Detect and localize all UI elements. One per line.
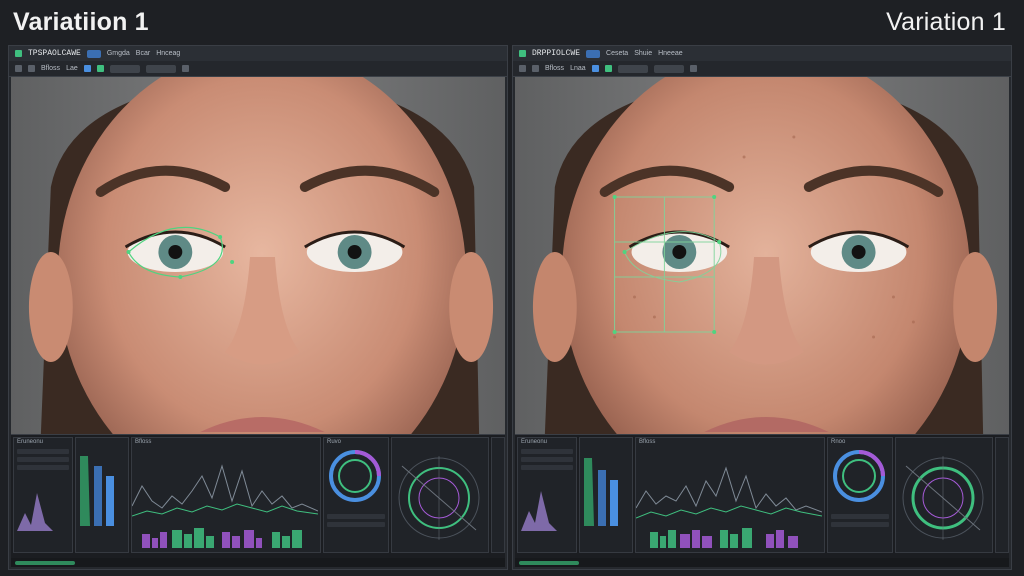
toolbar-field[interactable] [145, 64, 176, 73]
toolbar-field[interactable] [653, 64, 684, 73]
layer-icon[interactable] [28, 65, 35, 72]
right-scope-panel[interactable]: Rnoo [827, 437, 893, 553]
left-toolbar-text-2: Lae [66, 65, 78, 72]
face-image [11, 77, 505, 434]
right-radar-panel[interactable] [895, 437, 993, 553]
right-graph-panel[interactable]: Bfloss [635, 437, 825, 553]
right-status-bar [515, 558, 1009, 567]
right-layers-header: Eruneonu [521, 439, 548, 445]
left-scope-header: Ruvo [327, 439, 342, 445]
zoom-icon[interactable] [591, 65, 599, 72]
tab-chip[interactable] [586, 49, 601, 58]
list-item[interactable] [327, 514, 385, 519]
left-title-bar: TPSPAOLCAWE Gmgda Bcar Hnceag [9, 46, 507, 62]
right-toolbar-text-1: Bfloss [545, 65, 565, 72]
left-menu-item-3[interactable]: Hnceag [156, 50, 180, 57]
waveform-chart [131, 464, 319, 548]
toolbar-field[interactable] [109, 64, 140, 73]
right-scrollbar[interactable] [995, 437, 1009, 553]
mini-histogram [17, 493, 53, 531]
left-menu-item-1[interactable]: Gmgda [107, 50, 130, 57]
toolbar-field[interactable] [617, 64, 648, 73]
right-channel-panel[interactable] [579, 437, 633, 553]
waveform-chart [635, 466, 823, 548]
left-graph-panel[interactable]: Bfloss [131, 437, 321, 553]
right-app-name: DRPPIOLCWE [532, 49, 581, 58]
radar-scope [902, 456, 984, 540]
list-item[interactable] [17, 465, 69, 470]
left-status-bar [11, 558, 505, 567]
face-image [515, 77, 1009, 434]
radar-header [392, 438, 488, 446]
radar-header [896, 438, 992, 446]
left-menu-item-2[interactable]: Bcar [136, 50, 150, 57]
channel-bars [80, 456, 114, 526]
right-editor-window: DRPPIOLCWE Ceseta Shuie Hneeae Bfloss Ln… [512, 45, 1012, 570]
zoom-icon[interactable] [83, 65, 91, 72]
left-analysis-area: Eruneonu Bfloss Ruvo [11, 434, 505, 567]
left-layer-list[interactable]: Eruneonu [13, 437, 73, 553]
right-layer-list[interactable]: Eruneonu [517, 437, 577, 553]
right-scope-header: Rnoo [831, 439, 846, 445]
list-item[interactable] [831, 522, 889, 527]
list-item[interactable] [17, 457, 69, 462]
left-toolbar: Bfloss Lae [9, 61, 507, 77]
tool-icon[interactable] [519, 65, 526, 72]
tool-icon[interactable] [15, 65, 22, 72]
color-wheel [833, 450, 885, 502]
right-menu-item-1[interactable]: Ceseta [606, 50, 628, 57]
right-analysis-area: Eruneonu Bfloss Rnoo [515, 434, 1009, 567]
right-graph-header: Bfloss [639, 439, 656, 445]
color-icon[interactable] [96, 65, 104, 72]
left-toolbar-text-1: Bfloss [41, 65, 61, 72]
list-item[interactable] [521, 465, 573, 470]
left-face-viewport[interactable] [11, 77, 505, 434]
color-icon[interactable] [604, 65, 612, 72]
right-toolbar: Bfloss Lnaa [513, 61, 1011, 77]
color-wheel [329, 450, 381, 502]
list-item[interactable] [831, 514, 889, 519]
settings-icon[interactable] [181, 65, 189, 72]
left-editor-window: TPSPAOLCAWE Gmgda Bcar Hnceag Bfloss Lae [8, 45, 508, 570]
list-item[interactable] [327, 522, 385, 527]
right-face-viewport[interactable] [515, 77, 1009, 434]
right-title-bar: DRPPIOLCWE Ceseta Shuie Hneeae [513, 46, 1011, 62]
right-menu-item-2[interactable]: Shuie [634, 50, 652, 57]
right-toolbar-text-2: Lnaa [570, 65, 586, 72]
list-item[interactable] [521, 449, 573, 454]
right-menu-item-3[interactable]: Hneeae [658, 50, 683, 57]
channel-header [76, 438, 128, 446]
left-variation-title: Variatiion 1 [13, 8, 149, 36]
mini-histogram [521, 491, 557, 531]
layer-icon[interactable] [532, 65, 539, 72]
progress-bar [15, 560, 75, 565]
left-channel-panel[interactable] [75, 437, 129, 553]
progress-bar [519, 560, 579, 565]
left-scope-panel[interactable]: Ruvo [323, 437, 389, 553]
tab-chip[interactable] [86, 49, 101, 58]
settings-icon[interactable] [689, 65, 697, 72]
list-item[interactable] [521, 457, 573, 462]
right-variation-title: Variation 1 [886, 8, 1006, 36]
list-item[interactable] [17, 449, 69, 454]
left-graph-header: Bfloss [135, 439, 152, 445]
left-layers-header: Eruneonu [17, 439, 44, 445]
app-icon [519, 50, 526, 57]
left-app-name: TPSPAOLCAWE [28, 49, 81, 58]
app-icon [15, 50, 22, 57]
left-radar-panel[interactable] [391, 437, 489, 553]
channel-header [580, 438, 632, 446]
channel-bars [584, 458, 618, 526]
radar-scope [398, 456, 480, 540]
left-scrollbar[interactable] [491, 437, 505, 553]
